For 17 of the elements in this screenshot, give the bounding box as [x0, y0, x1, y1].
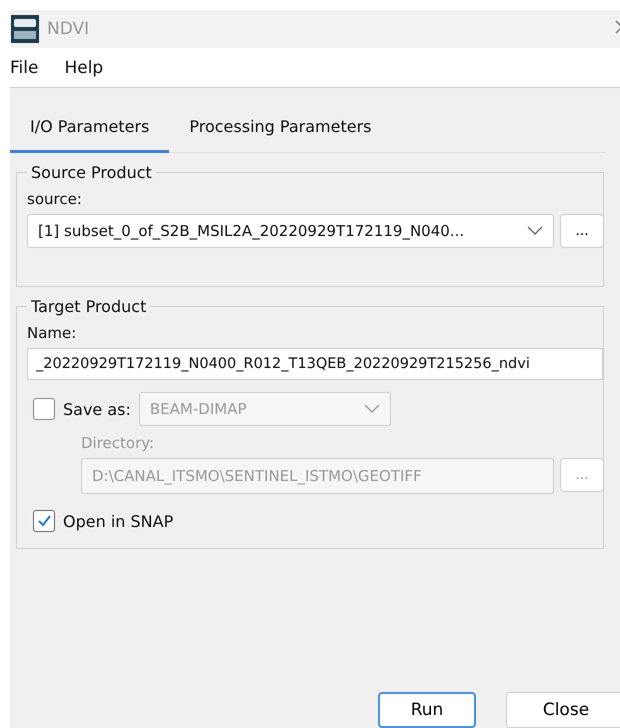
- group-title: Source Product: [30, 163, 153, 182]
- field-label: Directory:: [81, 434, 156, 452]
- name-field[interactable]: _20220929T172119_N0400_R012_T13QEB_20220929T215256_ndvi: [27, 348, 603, 380]
- window-title: NDVI: [47, 19, 90, 39]
- field-label: Name:: [27, 324, 78, 342]
- close-button[interactable]: Close: [506, 692, 620, 728]
- checkbox-label: Open in SNAP: [63, 512, 174, 530]
- group-title: Target Product: [30, 297, 148, 316]
- tab[interactable]: Processing Parameters: [169, 117, 392, 153]
- tab[interactable]: I/O Parameters: [10, 117, 170, 153]
- browse-button[interactable]: ...: [560, 214, 604, 248]
- menu-item[interactable]: File: [10, 58, 38, 78]
- checkbox-label: Save as:: [63, 400, 131, 418]
- source-dropdown[interactable]: [1] subset_0_of_S2B_MSIL2A_20220929T172119_N040...: [27, 214, 554, 248]
- menu-item[interactable]: Help: [64, 58, 104, 78]
- run-button[interactable]: Run: [378, 692, 476, 728]
- field-label: source:: [27, 190, 83, 208]
